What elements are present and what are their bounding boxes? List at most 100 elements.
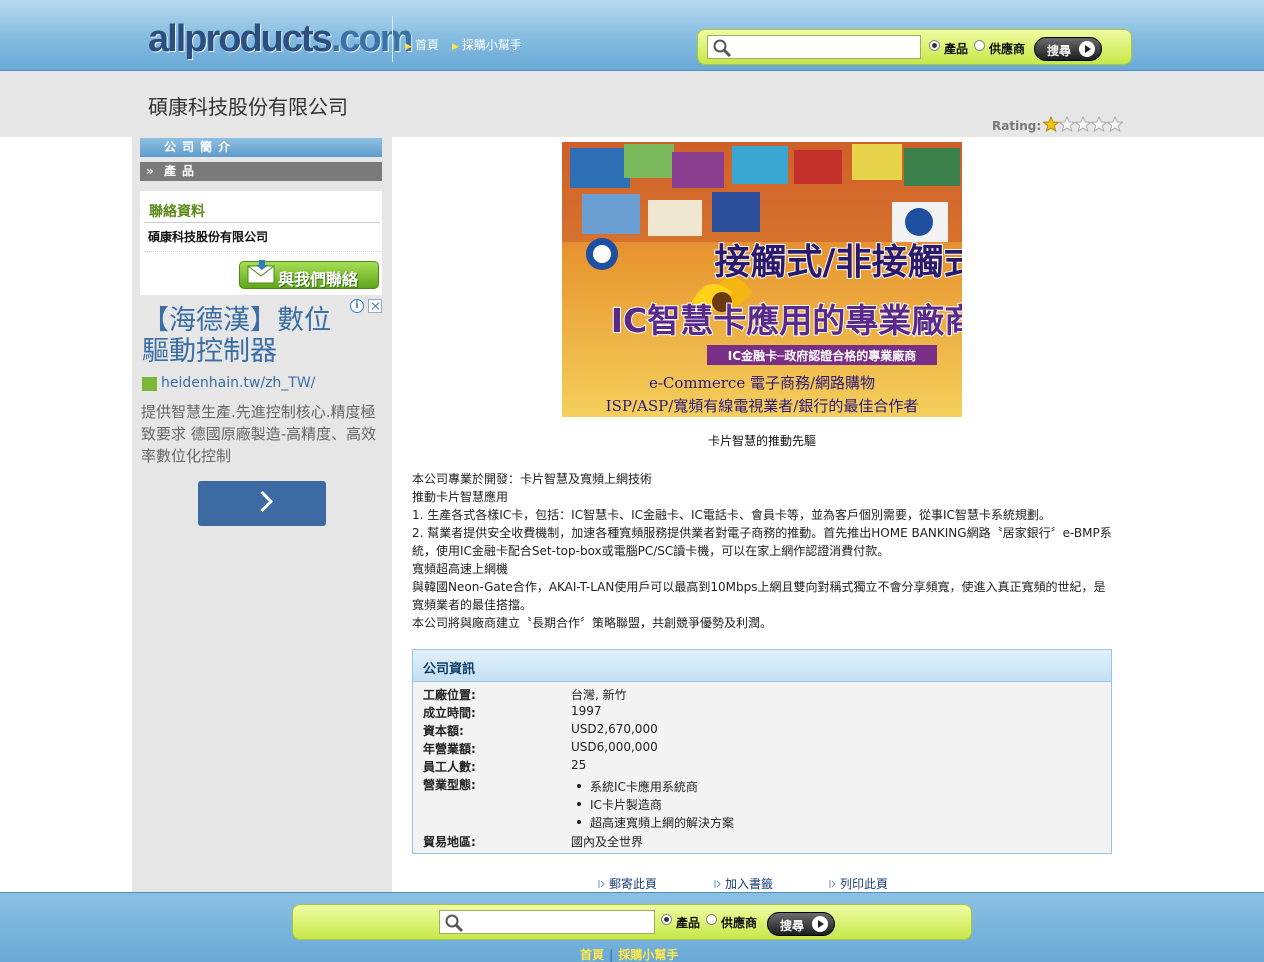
info-label-trade-region: 貿易地區:: [423, 835, 476, 849]
sidebar-item-products[interactable]: » 產品: [140, 162, 382, 181]
print-page-link[interactable]: 列印此頁: [829, 875, 888, 892]
site-logo[interactable]: allproducts.com: [148, 16, 414, 62]
search-button-label: 搜尋: [780, 919, 805, 933]
ad-title[interactable]: 【海德漢】數位驅動控制器: [142, 305, 352, 367]
radio-suppliers[interactable]: [974, 40, 985, 51]
banner-tag: IC金融卡─政府認證合格的專業廠商: [728, 348, 917, 363]
star-filled-icon[interactable]: [1042, 115, 1060, 133]
description-line: 與韓國Neon-Gate合作，AKAI-T-LAN使用戶可以最高到10Mbps上…: [412, 580, 1106, 612]
search-icon: [713, 39, 732, 58]
header-divider: [392, 16, 393, 62]
contact-company-name: 碩康科技股份有限公司: [148, 230, 269, 244]
info-label-founded: 成立時間:: [423, 706, 476, 720]
email-page-label: 郵寄此頁: [609, 877, 658, 891]
radio-suppliers-label: 供應商: [989, 42, 1026, 56]
radio-products[interactable]: [929, 40, 940, 51]
banner-line-2: ISP/ASP/寬頻有線電視業者/銀行的最佳合作者: [606, 397, 919, 415]
ad-url[interactable]: heidenhain.tw/zh_TW/: [161, 375, 315, 391]
sidebar-ad[interactable]: i 【海德漢】數位驅動控制器 heidenhain.tw/zh_TW/ 提供智慧…: [140, 297, 382, 537]
bookmark-link[interactable]: 加入書籤: [714, 875, 773, 892]
footer-radio-suppliers[interactable]: [706, 914, 717, 925]
banner-caption: 卡片智慧的推動先驅: [707, 434, 816, 448]
business-type-text: 系統IC卡應用系統商: [590, 780, 698, 794]
footer-radio-products[interactable]: [661, 914, 672, 925]
banner-line-1: e-Commerce 電子商務/網路購物: [649, 374, 875, 392]
banner-graphic: 接觸式/非接觸式 IC智慧卡應用的專業廠商 IC金融卡─政府認證合格的專業廠商 …: [562, 142, 962, 417]
business-type-text: 超高速寬頻上網的解決方案: [590, 816, 735, 830]
print-page-label: 列印此頁: [840, 877, 889, 891]
bullet-arrow-icon: [829, 880, 836, 888]
sidebar-item-company-profile[interactable]: 公司簡介: [140, 138, 382, 157]
nav-home-label: 首頁: [414, 38, 439, 52]
info-value-employees: 25: [571, 758, 587, 772]
description-line: 本公司將與廠商建立〝長期合作〞策略聯盟，共創競爭優勢及利潤。: [412, 616, 773, 630]
info-label-factory-location: 工廠位置:: [423, 688, 476, 702]
footer-radio-suppliers-label: 供應商: [721, 916, 758, 930]
company-info-title: 公司資訊: [423, 662, 476, 677]
star-empty-icon[interactable]: [1058, 115, 1076, 133]
header-search-input[interactable]: [707, 35, 921, 59]
logo-tld: .com: [330, 18, 414, 60]
footer-search-box: 產品 供應商 搜尋: [292, 904, 972, 940]
contact-title: 聯絡資料: [149, 204, 205, 220]
play-icon: [1079, 41, 1095, 57]
business-type-item: IC卡片製造商: [577, 796, 662, 813]
description-line: 1. 生產各式各樣IC卡，包括：IC智慧卡、IC金融卡、IC電話卡、會員卡等，並…: [412, 508, 1051, 522]
search-button-label: 搜尋: [1047, 44, 1072, 58]
footer-search-input[interactable]: [439, 910, 655, 934]
email-page-link[interactable]: 郵寄此頁: [598, 875, 657, 892]
star-empty-icon[interactable]: [1106, 115, 1124, 133]
double-chevron-icon: »: [146, 164, 154, 178]
divider: [144, 222, 380, 223]
sidebar-item-label: 產品: [164, 164, 201, 178]
logo-text: allproducts: [148, 18, 333, 60]
sidebar-item-label: 公司簡介: [164, 140, 237, 154]
info-value-capital: USD2,670,000: [571, 722, 658, 736]
footer-link-home[interactable]: 首頁: [580, 948, 604, 962]
header-search-box: 產品 供應商 搜尋: [697, 29, 1132, 65]
description-line: 推動卡片智慧應用: [412, 490, 509, 504]
triangle-icon: ▶: [405, 42, 412, 52]
info-label-revenue: 年營業額:: [423, 742, 476, 756]
nav-home[interactable]: ▶ 首頁: [405, 36, 439, 53]
footer-separator: |: [609, 948, 614, 962]
ad-open-button[interactable]: [198, 481, 326, 526]
info-label-capital: 資本額:: [423, 724, 464, 738]
info-value-founded: 1997: [571, 704, 602, 718]
info-value-revenue: USD6,000,000: [571, 740, 658, 754]
page-title: 碩康科技股份有限公司: [148, 95, 348, 119]
business-type-text: IC卡片製造商: [590, 798, 662, 812]
company-info-header: 公司資訊: [413, 650, 1111, 682]
contact-us-button[interactable]: 與我們聯絡: [239, 260, 379, 289]
company-description: 本公司專業於開發：卡片智慧及寬頻上網技術 推動卡片智慧應用 1. 生產各式各樣I…: [412, 470, 1112, 632]
nav-purchase-helper-label: 採購小幫手: [461, 38, 522, 52]
envelope-icon: [247, 260, 275, 284]
info-icon[interactable]: i: [350, 299, 364, 313]
rating-stars: [1042, 115, 1124, 135]
search-icon: [445, 914, 464, 933]
footer-search-button[interactable]: 搜尋: [767, 912, 835, 936]
company-info-panel: 公司資訊 工廠位置: 台灣, 新竹 成立時間: 1997 資本額: USD2,6…: [412, 649, 1112, 854]
info-value-trade-region: 國內及全世界: [571, 835, 644, 849]
banner-headline-1: 接觸式/非接觸式: [714, 242, 962, 283]
footer-link-purchase-helper[interactable]: 採購小幫手: [618, 948, 678, 962]
star-empty-icon[interactable]: [1074, 115, 1092, 133]
description-line: 2. 幫業者提供安全收費機制，加速各種寬頻服務提供業者對電子商務的推動。首先推出…: [412, 526, 1112, 558]
business-type-item: 超高速寬頻上網的解決方案: [577, 814, 734, 831]
ad-link-icon: [142, 377, 157, 391]
star-empty-icon[interactable]: [1090, 115, 1108, 133]
site-header: allproducts.com ▶ 首頁 ▶ 採購小幫手 產品 供應商 搜尋: [0, 0, 1264, 71]
header-search-button[interactable]: 搜尋: [1034, 37, 1102, 61]
contact-us-label: 與我們聯絡: [278, 270, 359, 289]
info-label-business-type: 營業型態:: [423, 778, 476, 792]
footer-radio-products-label: 產品: [676, 916, 701, 930]
nav-purchase-helper[interactable]: ▶ 採購小幫手: [452, 36, 522, 53]
contact-panel: 聯絡資料 碩康科技股份有限公司 與我們聯絡: [140, 191, 382, 295]
triangle-icon: ▶: [452, 42, 459, 52]
close-icon[interactable]: [368, 299, 382, 313]
company-banner-image: 接觸式/非接觸式 IC智慧卡應用的專業廠商 IC金融卡─政府認證合格的專業廠商 …: [562, 142, 962, 417]
radio-products-label: 產品: [944, 42, 969, 56]
info-value-factory-location: 台灣, 新竹: [571, 688, 627, 702]
banner-headline-2: IC智慧卡應用的專業廠商: [611, 301, 962, 340]
bullet-arrow-icon: [598, 880, 605, 888]
